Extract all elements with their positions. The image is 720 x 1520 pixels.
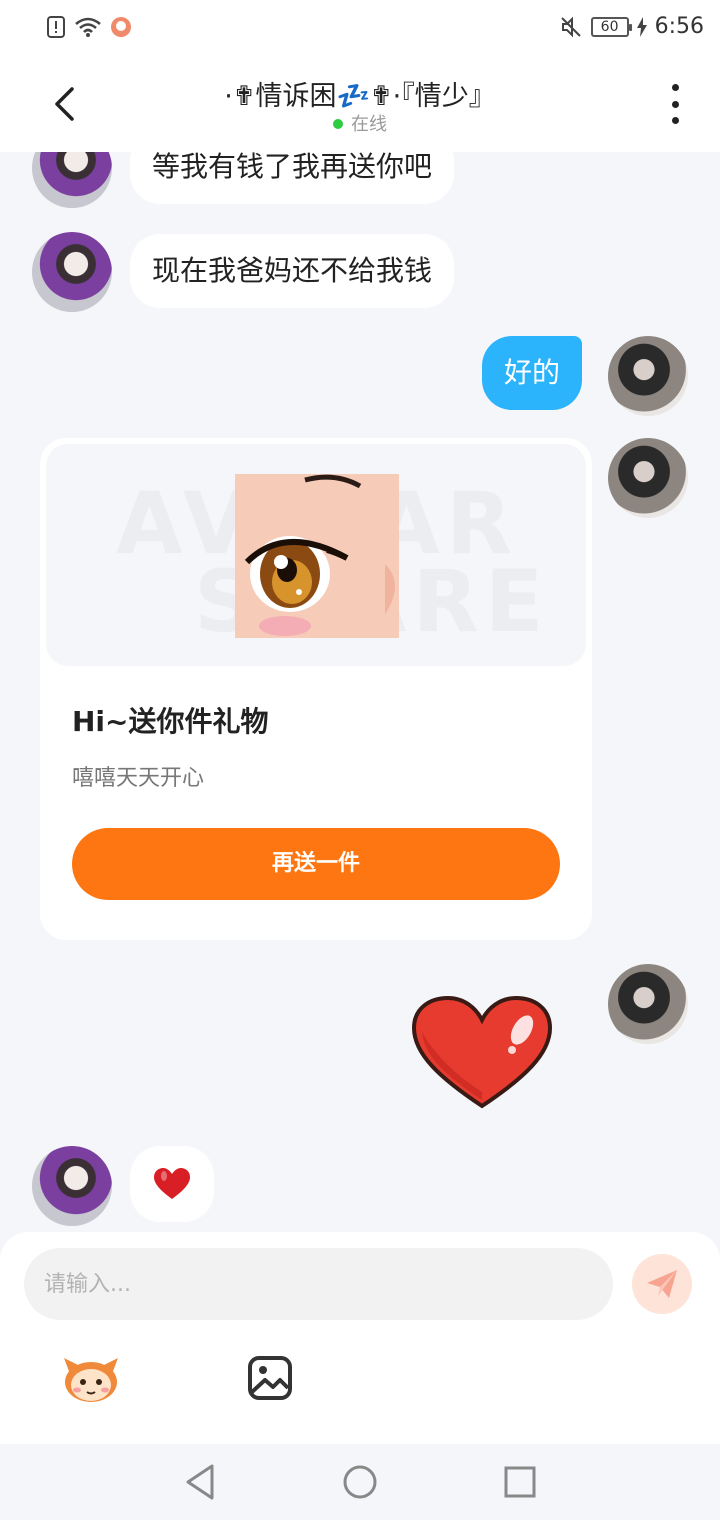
notification-alert-icon xyxy=(47,16,65,38)
nav-recents-icon[interactable] xyxy=(500,1462,540,1502)
gift-subtitle: 嘻嘻天天开心 xyxy=(72,766,205,791)
my-avatar[interactable] xyxy=(608,438,688,518)
mascot-emoji-icon[interactable] xyxy=(60,1352,122,1404)
status-bar: 60 6:56 xyxy=(0,0,720,58)
clock: 6:56 xyxy=(654,14,704,39)
send-another-gift-button[interactable]: 再送一件 xyxy=(72,828,560,900)
nav-back-icon[interactable] xyxy=(182,1462,222,1502)
more-options-button[interactable] xyxy=(660,84,690,124)
message-bubble-incoming[interactable] xyxy=(130,1146,214,1222)
wifi-icon xyxy=(75,17,101,37)
more-dot-icon xyxy=(671,84,679,91)
app-notification-icon xyxy=(111,17,131,37)
contact-avatar[interactable] xyxy=(32,152,112,208)
gift-title: Hi~送你件礼物 xyxy=(72,705,269,738)
online-status: 在线 xyxy=(0,110,720,136)
status-right-icons: 60 6:56 xyxy=(559,14,704,39)
heart-sticker-icon[interactable] xyxy=(410,994,554,1112)
battery-indicator: 60 xyxy=(590,16,632,37)
message-bubble-outgoing[interactable]: 好的 xyxy=(482,336,583,410)
system-navigation-bar xyxy=(0,1444,720,1520)
send-button[interactable] xyxy=(632,1254,692,1314)
more-dot-icon xyxy=(671,117,679,124)
my-avatar[interactable] xyxy=(608,964,688,1044)
gift-card[interactable]: AVATAR SHARE Hi~送你件礼物 嘻嘻天天开心 xyxy=(40,438,592,940)
online-dot-icon xyxy=(333,119,343,129)
composer xyxy=(0,1232,720,1444)
message-list[interactable]: 等我有钱了我再送你吧 现在我爸妈还不给我钱 好的 AVATAR SHARE xyxy=(0,152,720,1232)
online-status-label: 在线 xyxy=(351,114,387,135)
message-bubble-incoming[interactable]: 现在我爸妈还不给我钱 xyxy=(130,234,455,308)
gift-image xyxy=(235,474,399,638)
nav-home-icon[interactable] xyxy=(340,1462,380,1502)
contact-avatar[interactable] xyxy=(32,1146,112,1226)
status-left-icons xyxy=(46,16,132,38)
message-input[interactable] xyxy=(24,1248,613,1320)
gift-image-area: AVATAR SHARE xyxy=(46,444,586,666)
my-avatar[interactable] xyxy=(608,336,688,416)
mute-icon xyxy=(560,16,581,37)
anime-eye-illustration xyxy=(235,474,399,638)
heart-emoji-icon xyxy=(154,1168,190,1199)
message-bubble-incoming[interactable]: 等我有钱了我再送你吧 xyxy=(130,152,455,204)
contact-avatar[interactable] xyxy=(32,232,112,312)
image-picker-icon[interactable] xyxy=(246,1354,294,1402)
paper-plane-icon xyxy=(647,1270,677,1298)
charging-icon xyxy=(636,16,647,37)
more-dot-icon xyxy=(671,100,679,108)
contact-name: ·✟情诉困💤✟·『情少』 xyxy=(224,81,496,112)
chat-header: ·✟情诉困💤✟·『情少』 在线 xyxy=(0,58,720,152)
